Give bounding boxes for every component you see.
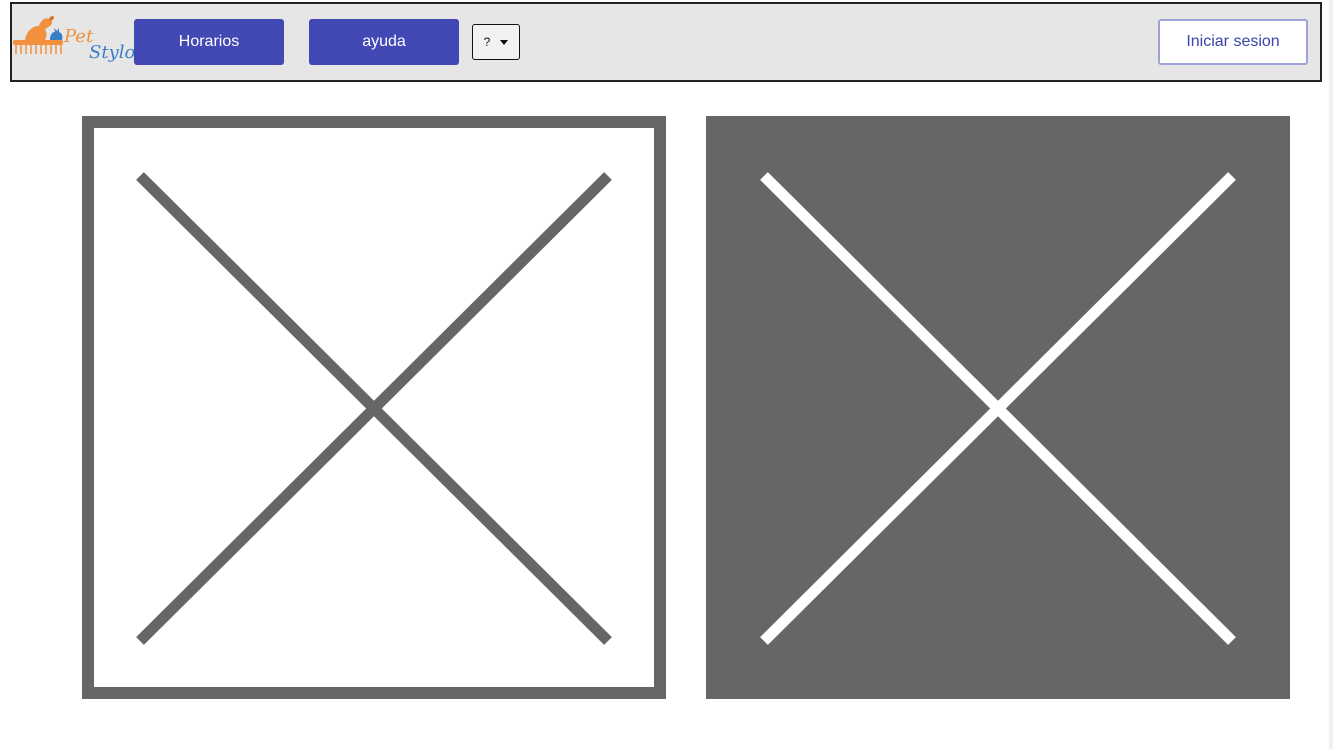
horarios-button[interactable]: Horarios bbox=[134, 19, 284, 65]
broken-image-icon bbox=[706, 116, 1290, 699]
caret-down-icon bbox=[500, 39, 509, 45]
image-placeholder-right bbox=[706, 116, 1290, 699]
page: Pet Stylo Horarios ayuda ? Iniciar sesio… bbox=[0, 0, 1333, 749]
language-dropdown-value: ? bbox=[483, 35, 491, 49]
broken-image-icon bbox=[82, 116, 666, 699]
top-navbar: Pet Stylo Horarios ayuda ? Iniciar sesio… bbox=[10, 2, 1322, 82]
ayuda-button[interactable]: ayuda bbox=[309, 19, 459, 65]
image-placeholder-left bbox=[82, 116, 666, 699]
scrollbar-track[interactable] bbox=[1329, 0, 1333, 749]
petstylo-logo[interactable]: Pet Stylo bbox=[13, 14, 135, 68]
logo-word-stylo: Stylo bbox=[89, 42, 136, 63]
login-button[interactable]: Iniciar sesion bbox=[1158, 19, 1308, 65]
language-dropdown[interactable]: ? bbox=[472, 24, 520, 60]
